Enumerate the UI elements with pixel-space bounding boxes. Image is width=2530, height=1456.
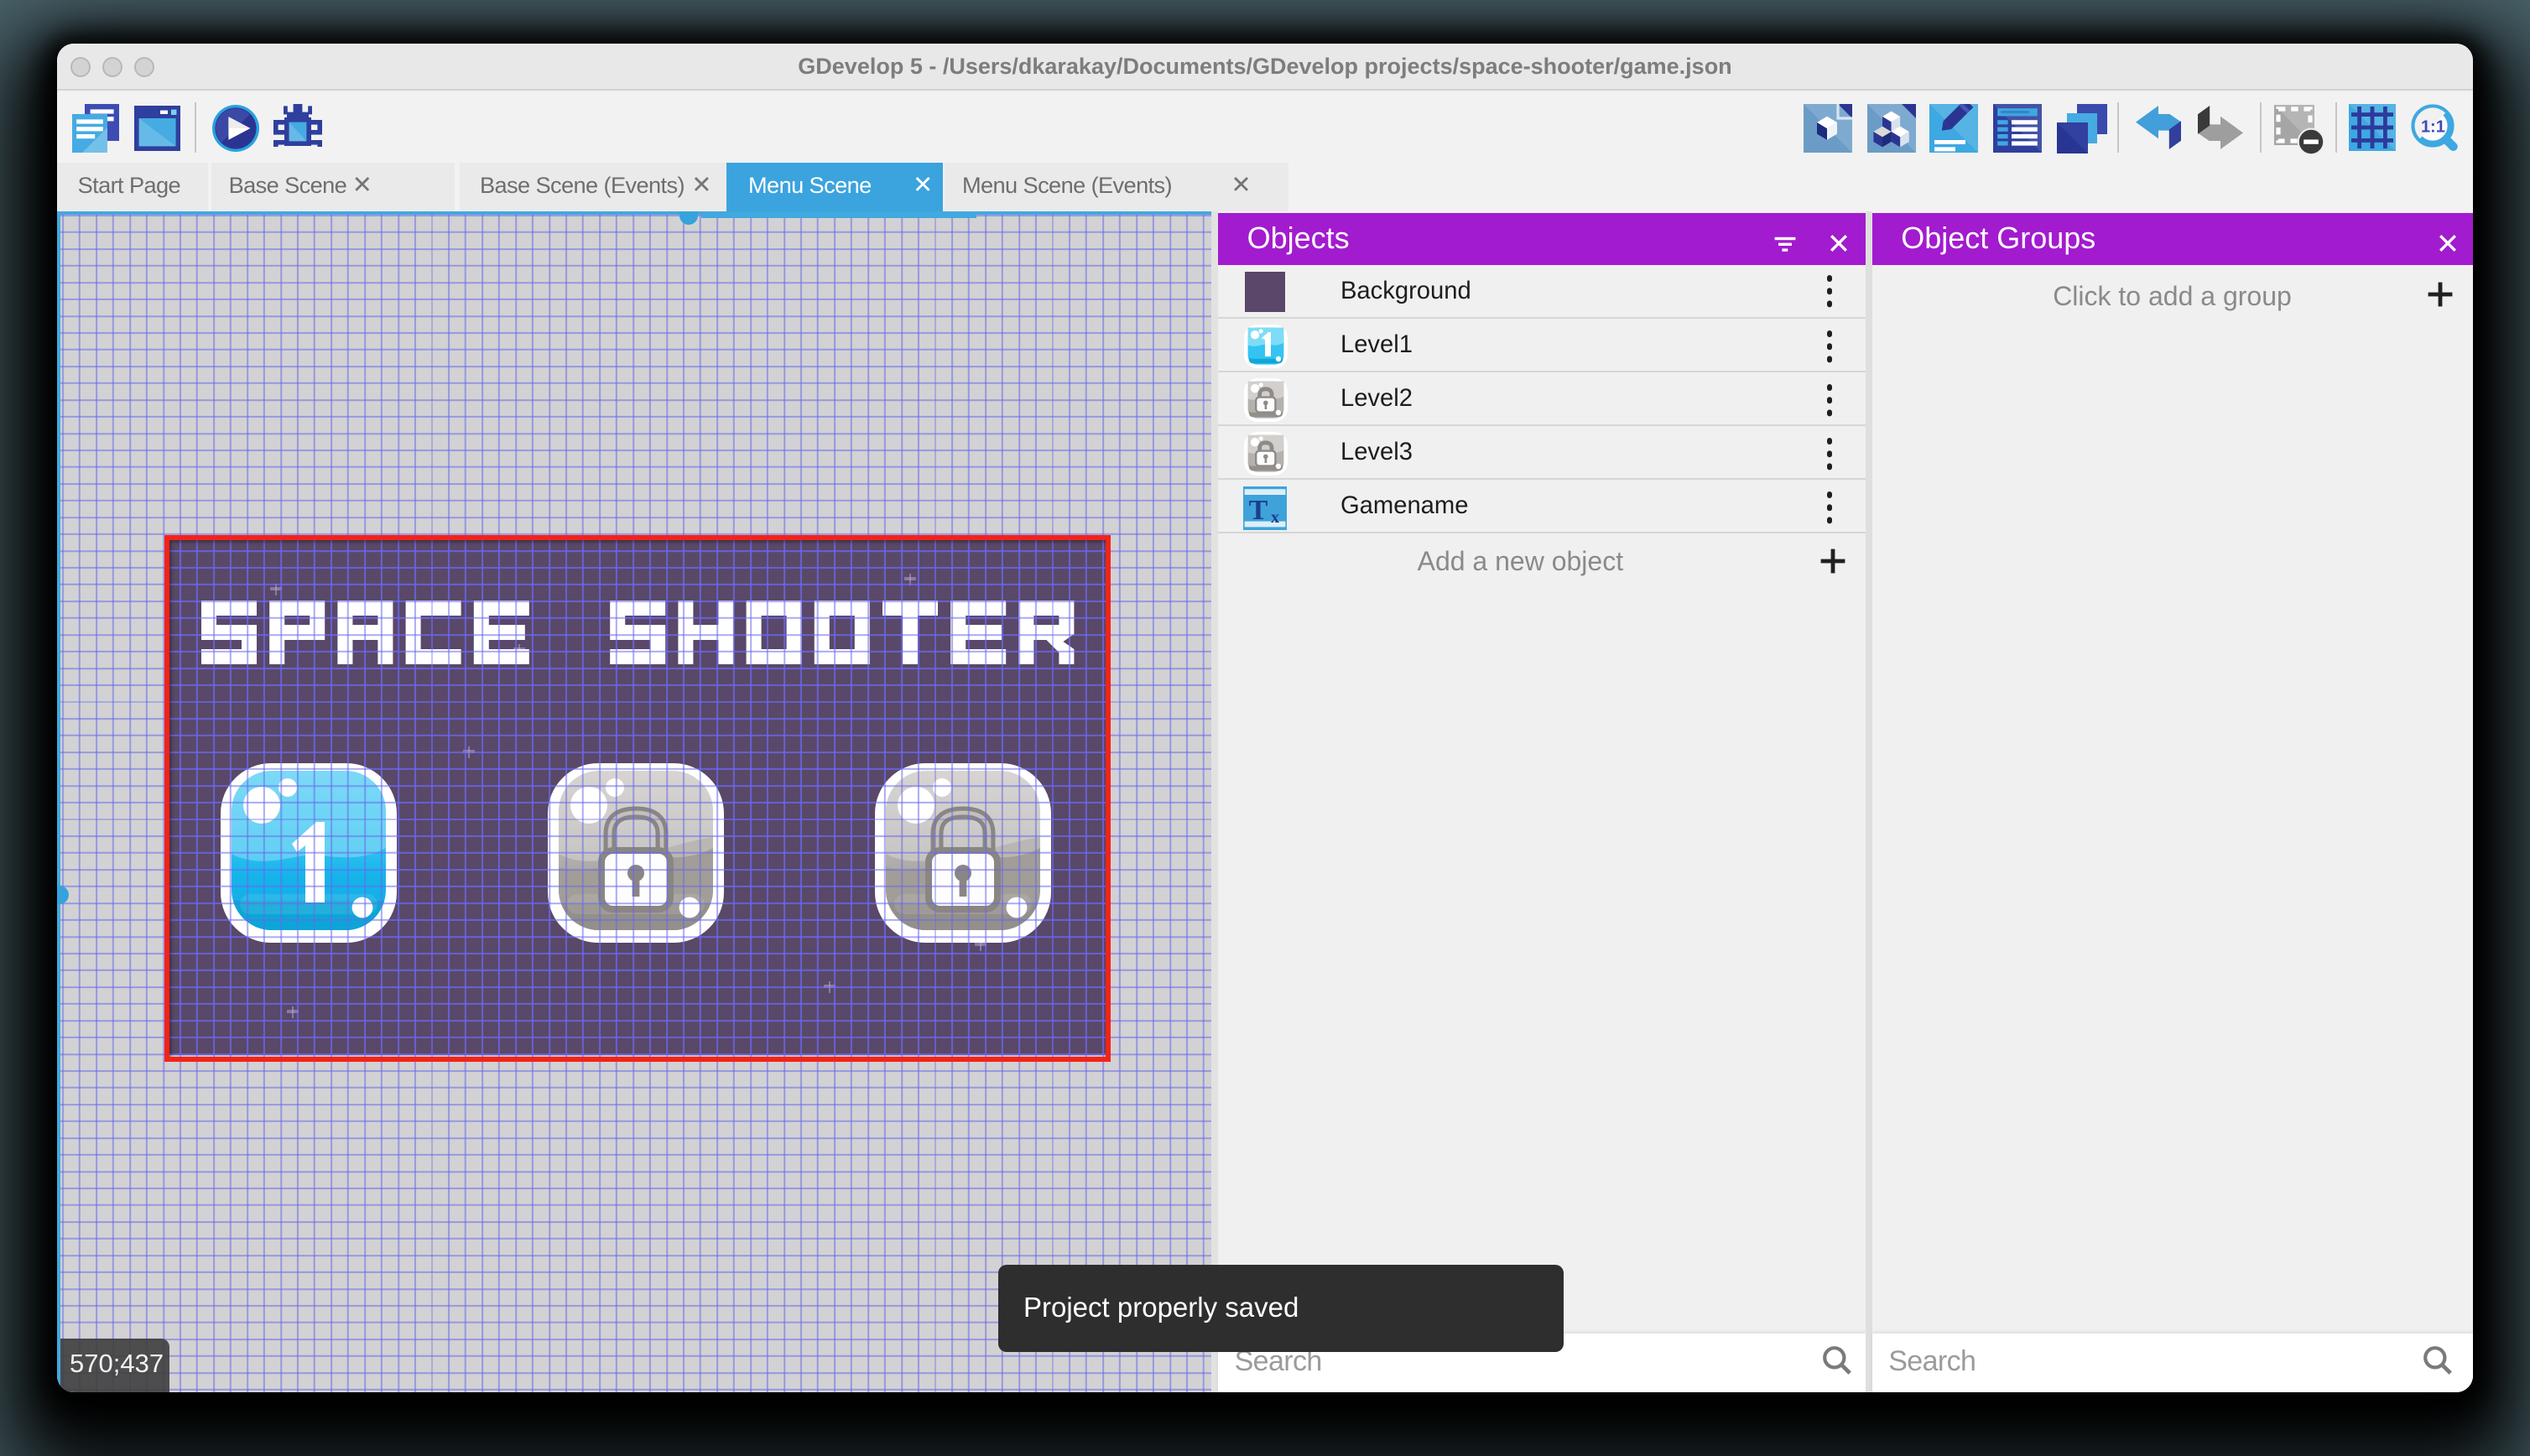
svg-text:1:1: 1:1	[2421, 117, 2445, 136]
svg-text:x: x	[1272, 508, 1280, 527]
svg-text:T: T	[1249, 495, 1268, 526]
